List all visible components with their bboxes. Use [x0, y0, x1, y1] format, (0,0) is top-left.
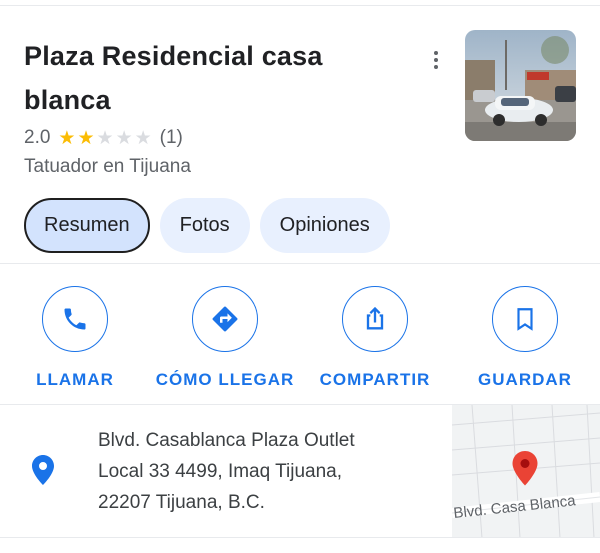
rating-stars: ★ ★ ★ ★ ★ [58, 129, 151, 148]
bookmark-icon [492, 286, 558, 352]
top-divider [0, 0, 600, 6]
rating-value: 2.0 [24, 127, 51, 148]
address-line: Local 33 4499, Imaq Tijuana, [98, 461, 343, 482]
map-thumbnail[interactable]: Blvd. Casa Blanca [452, 405, 600, 538]
save-button[interactable]: GUARDAR [450, 286, 600, 390]
tab-fotos[interactable]: Fotos [159, 198, 250, 253]
star-icon: ★ [134, 127, 152, 149]
star-icon: ★ [115, 127, 133, 149]
star-icon: ★ [58, 127, 76, 149]
review-count: (1) [159, 127, 183, 148]
call-button[interactable]: LLAMAR [0, 286, 150, 390]
more-options-icon[interactable] [424, 46, 448, 74]
location-pin-icon [32, 455, 54, 490]
section-divider [0, 263, 600, 264]
call-label: LLAMAR [36, 370, 114, 389]
section-divider [0, 537, 600, 538]
phone-icon [42, 286, 108, 352]
place-title: Plaza Residencial casa blanca [24, 41, 323, 115]
address-line: 22207 Tijuana, B.C. [98, 492, 265, 513]
directions-button[interactable]: CÓMO LLEGAR [150, 286, 300, 390]
star-icon: ★ [96, 127, 114, 149]
tab-bar: Resumen Fotos Opiniones [24, 198, 390, 253]
tab-resumen[interactable]: Resumen [24, 198, 150, 253]
rating-row[interactable]: 2.0 ★ ★ ★ ★ ★ (1) [24, 125, 183, 151]
share-label: COMPARTIR [319, 370, 431, 389]
place-photo-thumbnail[interactable] [465, 30, 576, 141]
directions-label: CÓMO LLEGAR [155, 370, 295, 389]
place-category: Tatuador en Tijuana [24, 156, 191, 177]
star-icon: ★ [77, 127, 95, 149]
directions-icon [192, 286, 258, 352]
address-text: Blvd. Casablanca Plaza Outlet Local 33 4… [98, 425, 438, 518]
save-label: GUARDAR [478, 370, 572, 389]
tab-opiniones[interactable]: Opiniones [259, 198, 390, 253]
address-row[interactable]: Blvd. Casablanca Plaza Outlet Local 33 4… [0, 405, 600, 538]
share-button[interactable]: COMPARTIR [300, 286, 450, 390]
address-line: Blvd. Casablanca Plaza Outlet [98, 430, 355, 451]
share-icon [342, 286, 408, 352]
